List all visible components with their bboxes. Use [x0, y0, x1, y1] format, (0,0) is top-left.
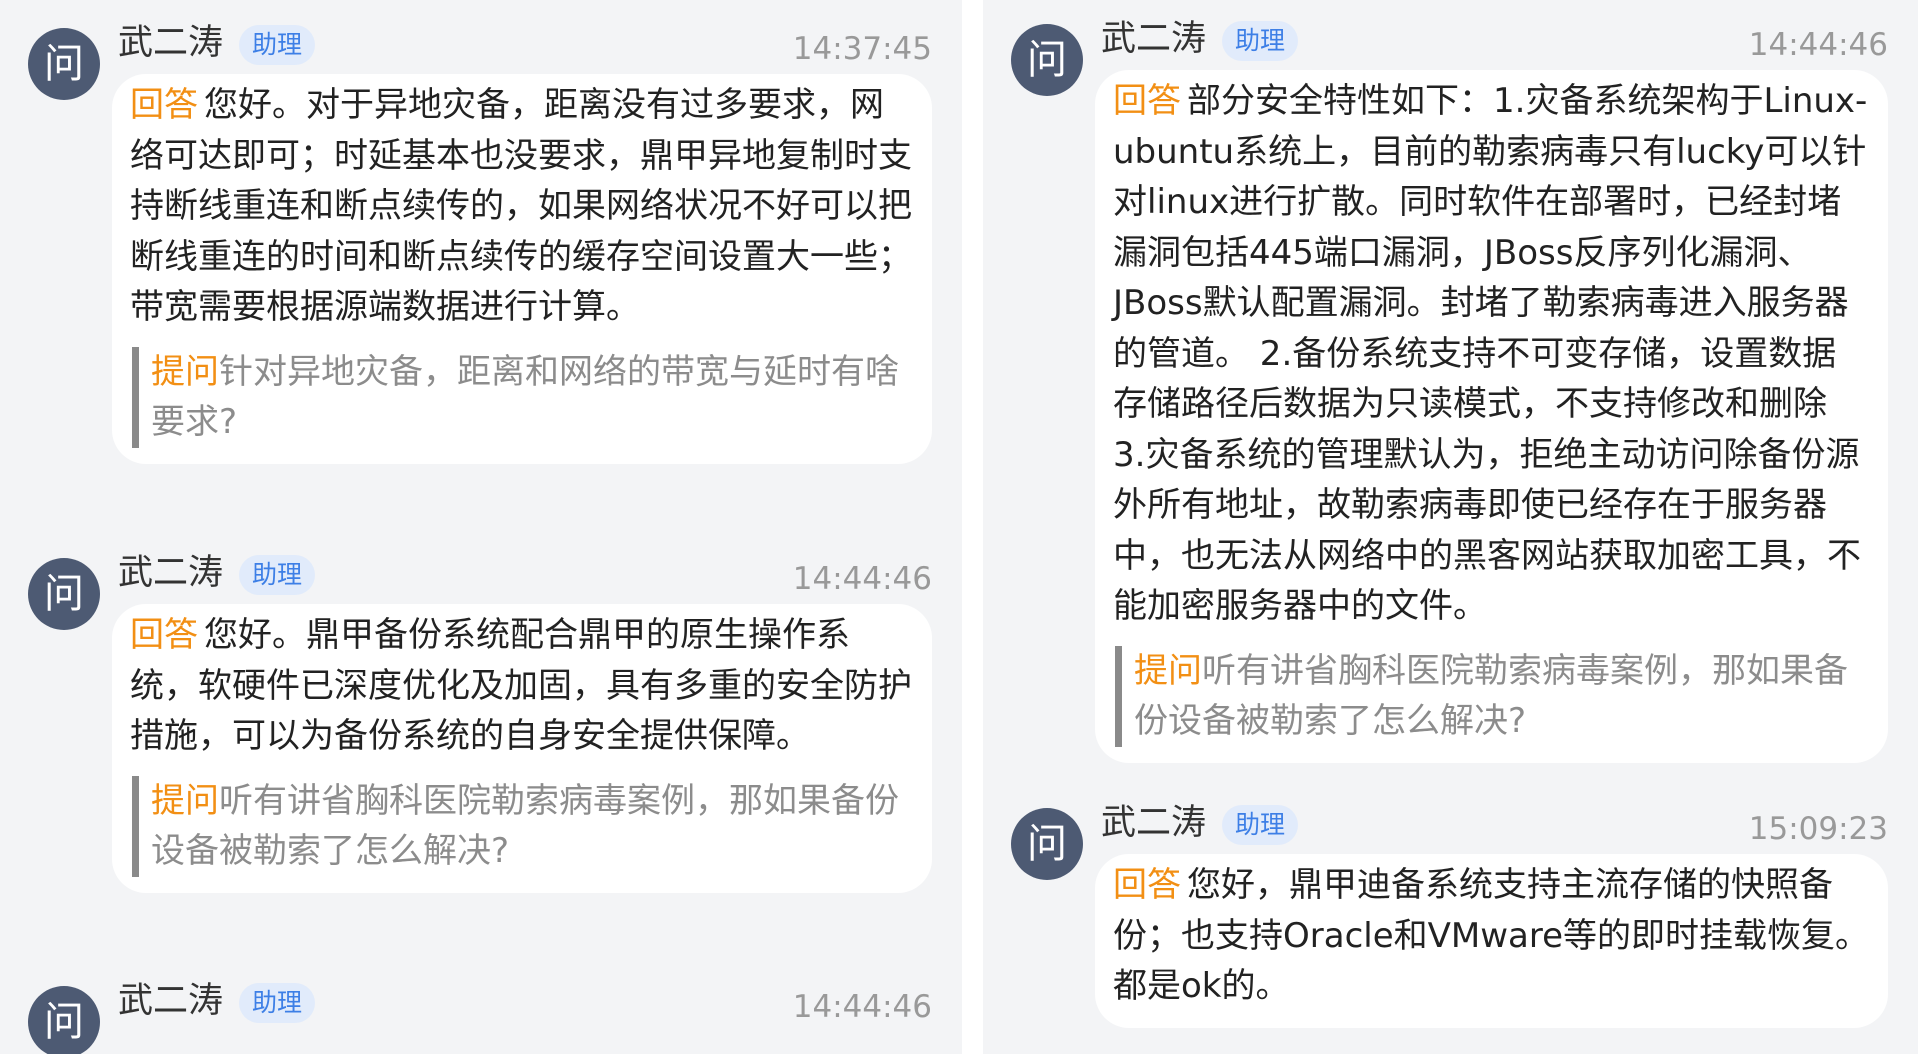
sender-name: 武二涛: [118, 553, 224, 593]
answer-content: 部分安全特性如下：1.灾备系统架构于Linux-ubuntu系统上，目前的勒索病…: [1113, 81, 1868, 626]
avatar[interactable]: 问: [28, 28, 100, 100]
question-content: 针对异地灾备，距离和网络的带宽与延时有啥要求?: [151, 351, 899, 443]
sender-name: 武二涛: [1101, 803, 1207, 843]
answer-tag: 回答: [1113, 865, 1181, 905]
avatar[interactable]: 问: [1011, 24, 1083, 96]
answer-tag: 回答: [130, 615, 198, 655]
question-tag: 提问: [1134, 650, 1202, 691]
answer-tag: 回答: [1113, 81, 1181, 121]
answer-content: 您好。对于异地灾备，距离没有过多要求，网络可达即可；时延基本也没要求，鼎甲异地复…: [130, 85, 912, 327]
avatar[interactable]: 问: [28, 558, 100, 630]
avatar[interactable]: 问: [28, 986, 100, 1054]
timestamp: 15:09:23: [1748, 811, 1888, 847]
timestamp: 14:37:45: [792, 31, 932, 67]
question-content: 听有讲省胸科医院勒索病毒案例，那如果备份设备被勒索了怎么解决?: [1134, 650, 1848, 742]
answer-content: 您好。鼎甲备份系统配合鼎甲的原生操作系统，软硬件已深度优化及加固，具有多重的安全…: [130, 615, 912, 756]
question-content: 听有讲省胸科医院勒索病毒案例，那如果备份设备被勒索了怎么解决?: [151, 780, 899, 872]
message-bubble[interactable]: 回答 您好，鼎甲迪备系统支持主流存储的快照备份；也支持Oracle和VMware等…: [1095, 854, 1888, 1028]
sender-name: 武二涛: [1101, 19, 1207, 59]
chat-panel-left: 问 武二涛 助理 14:37:45 回答 您好。对于异地灾备，距离没有过多要求，网…: [0, 0, 962, 1054]
question-tag: 提问: [151, 780, 219, 821]
answer-text: 回答 部分安全特性如下：1.灾备系统架构于Linux-ubuntu系统上，目前的勒…: [1113, 76, 1870, 632]
answer-tag: 回答: [130, 85, 198, 125]
role-badge: 助理: [1222, 805, 1299, 845]
message-bubble[interactable]: 回答 部分安全特性如下：1.灾备系统架构于Linux-ubuntu系统上，目前的勒…: [1095, 70, 1888, 763]
sender-name: 武二涛: [118, 981, 224, 1021]
question-tag: 提问: [151, 351, 219, 392]
message-bubble[interactable]: 回答 您好。鼎甲备份系统配合鼎甲的原生操作系统，软硬件已深度优化及加固，具有多重的…: [112, 604, 932, 893]
role-badge: 助理: [239, 25, 316, 65]
quoted-question[interactable]: 提问听有讲省胸科医院勒索病毒案例，那如果备份设备被勒索了怎么解决?: [132, 775, 914, 877]
timestamp: 14:44:46: [792, 989, 932, 1025]
timestamp: 14:44:46: [792, 561, 932, 597]
answer-content: 您好，鼎甲迪备系统支持主流存储的快照备份；也支持Oracle和VMware等的即…: [1113, 865, 1870, 1006]
quoted-question[interactable]: 提问听有讲省胸科医院勒索病毒案例，那如果备份设备被勒索了怎么解决?: [1115, 645, 1870, 747]
answer-text: 回答 您好。对于异地灾备，距离没有过多要求，网络可达即可；时延基本也没要求，鼎甲异…: [130, 80, 914, 333]
timestamp: 14:44:46: [1748, 27, 1888, 63]
sender-name: 武二涛: [118, 23, 224, 63]
role-badge: 助理: [1222, 21, 1299, 61]
avatar[interactable]: 问: [1011, 808, 1083, 880]
quoted-question[interactable]: 提问针对异地灾备，距离和网络的带宽与延时有啥要求?: [132, 346, 914, 448]
role-badge: 助理: [239, 555, 316, 595]
answer-text: 回答 您好。鼎甲备份系统配合鼎甲的原生操作系统，软硬件已深度优化及加固，具有多重的…: [130, 610, 914, 762]
chat-panel-right: 问 武二涛 助理 14:44:46 回答 部分安全特性如下：1.灾备系统架构于Li…: [983, 0, 1918, 1054]
message-bubble[interactable]: 回答 您好。对于异地灾备，距离没有过多要求，网络可达即可；时延基本也没要求，鼎甲异…: [112, 74, 932, 464]
answer-text: 回答 您好，鼎甲迪备系统支持主流存储的快照备份；也支持Oracle和VMware等…: [1113, 860, 1870, 1012]
role-badge: 助理: [239, 983, 316, 1023]
